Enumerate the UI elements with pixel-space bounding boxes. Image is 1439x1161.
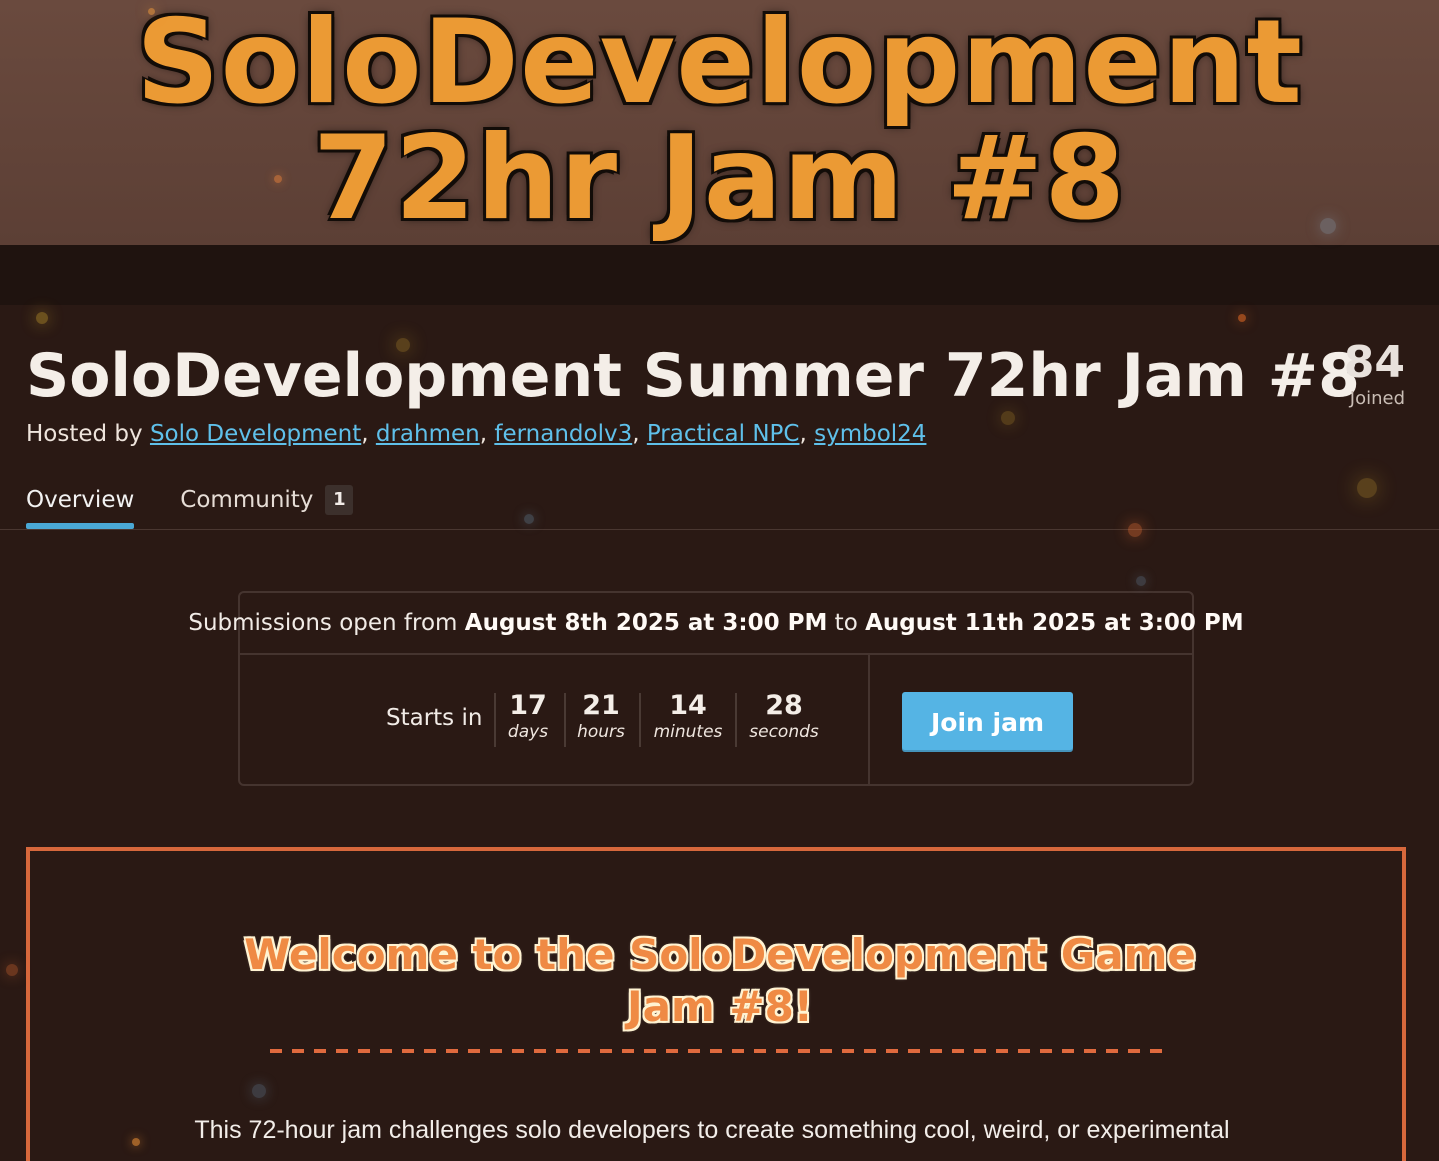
welcome-heading-line-2: Jam #8! (627, 982, 813, 1031)
host-separator: , (479, 421, 495, 447)
dashed-divider (270, 1049, 1170, 1053)
countdown-minutes: 14 minutes (647, 691, 729, 749)
tab-community[interactable]: Community 1 (180, 485, 354, 529)
joined-label: Joined (1349, 388, 1405, 409)
countdown-separator (735, 693, 737, 747)
submission-window: Submissions open from August 8th 2025 at… (188, 593, 1244, 655)
countdown-days-label: days (507, 722, 549, 742)
ambient-particle (1136, 576, 1146, 586)
welcome-heading: Welcome to the SoloDevelopment Game Jam … (180, 929, 1260, 1033)
countdown-minutes-value: 14 (669, 690, 707, 721)
page-title: SoloDevelopment Summer 72hr Jam #8 (26, 341, 1360, 411)
host-link-solo-development[interactable]: Solo Development (150, 421, 361, 447)
jam-header: SoloDevelopment Summer 72hr Jam #8 Hoste… (0, 305, 1439, 530)
countdown-hours-value: 21 (582, 690, 620, 721)
countdown-hours: 21 hours (572, 691, 630, 749)
countdown-days-value: 17 (509, 690, 547, 721)
submission-prefix: Submissions open from (188, 610, 458, 636)
host-link-drahmen[interactable]: drahmen (376, 421, 480, 447)
banner-title-line-1: SoloDevelopment (135, 0, 1303, 130)
banner-shadow (0, 245, 1439, 305)
tab-overview[interactable]: Overview (26, 485, 135, 529)
countdown-minutes-label: minutes (653, 722, 723, 742)
countdown-hours-label: hours (577, 722, 625, 742)
joined-count: 84 (1343, 337, 1405, 388)
jam-tabs: Overview Community 1 (26, 485, 354, 531)
tab-community-label: Community (180, 487, 314, 513)
jam-banner: SoloDevelopment 72hr Jam #8 (0, 0, 1439, 245)
welcome-heading-line-1: Welcome to the SoloDevelopment Game (244, 930, 1196, 979)
countdown-separator (639, 693, 641, 747)
countdown-separator (564, 693, 566, 747)
host-link-symbol24[interactable]: symbol24 (814, 421, 926, 447)
countdown-seconds-value: 28 (765, 690, 803, 721)
joined-stat: 84 Joined (1344, 339, 1405, 411)
jam-description-box: Welcome to the SoloDevelopment Game Jam … (26, 847, 1406, 1161)
submission-status-box: Submissions open from August 8th 2025 at… (188, 591, 1244, 786)
countdown-seconds-label: seconds (749, 722, 819, 742)
host-link-practical-npc[interactable]: Practical NPC (647, 421, 800, 447)
submission-end-date: August 11th 2025 at 3:00 PM (865, 610, 1244, 636)
ambient-particle (6, 964, 18, 976)
host-link-fernandolv3[interactable]: fernandolv3 (494, 421, 632, 447)
countdown-days: 17 days (502, 691, 554, 749)
community-count-badge: 1 (325, 485, 354, 515)
starts-in-label: Starts in (386, 705, 483, 731)
welcome-description: This 72-hour jam challenges solo develop… (194, 1116, 1230, 1144)
jam-page: SoloDevelopment 72hr Jam #8 SoloDevelopm… (0, 0, 1439, 1161)
countdown-seconds: 28 seconds (743, 691, 825, 749)
countdown-separator (494, 693, 496, 747)
banner-title-line-2: 72hr Jam #8 (312, 111, 1127, 245)
hosted-by-label: Hosted by (26, 421, 143, 447)
host-separator: , (632, 421, 647, 447)
join-area: Join jam (870, 655, 1194, 786)
join-jam-button[interactable]: Join jam (902, 692, 1073, 752)
submission-to-label: to (834, 610, 858, 636)
host-separator: , (799, 421, 815, 447)
host-separator: , (361, 421, 376, 447)
hosted-by-line: Hosted by Solo Development, drahmen, fer… (26, 419, 926, 449)
countdown-panel: Starts in 17 days 21 hours 14 minutes 28… (240, 655, 870, 786)
tab-overview-label: Overview (26, 487, 135, 513)
submission-start-date: August 8th 2025 at 3:00 PM (464, 610, 828, 636)
tabs-divider (0, 529, 1439, 530)
